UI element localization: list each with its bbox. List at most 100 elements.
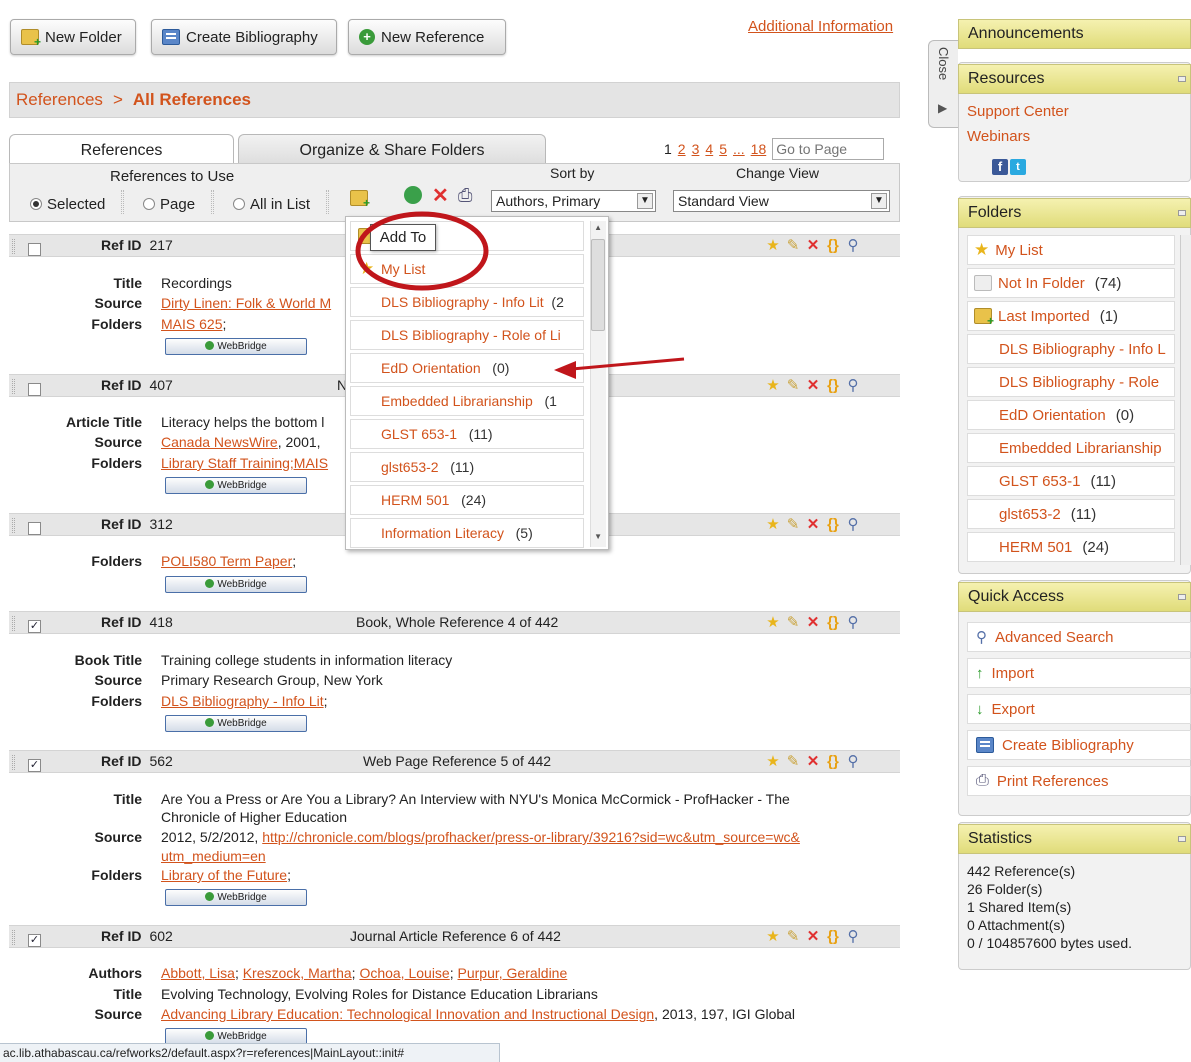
radio-page[interactable]: Page	[143, 194, 195, 214]
edit-icon[interactable]: ✎	[785, 378, 801, 394]
new-reference-button[interactable]: + New Reference	[348, 19, 506, 55]
edit-icon[interactable]: ✎	[785, 929, 801, 945]
reference-checkbox[interactable]	[28, 243, 41, 256]
go-to-page-input[interactable]	[772, 138, 885, 160]
folder-link[interactable]: DLS Bibliography - Info Lit	[161, 693, 324, 709]
reference-checkbox-checked[interactable]: ✓	[28, 759, 41, 772]
collapse-icon[interactable]	[1178, 210, 1186, 216]
tab-organize-share-folders[interactable]: Organize & Share Folders	[238, 134, 546, 166]
edit-icon[interactable]: ✎	[785, 517, 801, 533]
folder-link[interactable]: MAIS 625	[161, 316, 222, 332]
folder-item-last-imported[interactable]: Last Imported(1)	[967, 301, 1175, 331]
magnifier-icon[interactable]: ⚲	[845, 754, 861, 770]
delete-icon[interactable]: ✕	[805, 517, 821, 533]
import-link[interactable]: ↑ Import	[967, 658, 1191, 688]
drag-handle[interactable]	[12, 239, 15, 254]
webbridge-button[interactable]: WebBridge	[165, 576, 307, 593]
reference-checkbox-checked[interactable]: ✓	[28, 934, 41, 947]
source-link[interactable]: Advancing Library Education: Technologic…	[161, 1006, 654, 1022]
star-icon[interactable]: ★	[765, 615, 781, 631]
braces-icon[interactable]: {}	[825, 754, 841, 770]
webinars-link[interactable]: Webinars	[967, 128, 1030, 145]
create-bibliography-button[interactable]: Create Bibliography	[151, 19, 337, 55]
add-to-folder-icon[interactable]	[350, 190, 370, 210]
page-link[interactable]: 5	[719, 141, 727, 157]
webbridge-button[interactable]: WebBridge	[165, 338, 307, 355]
webbridge-button[interactable]: WebBridge	[165, 715, 307, 732]
folder-item-not-in-folder[interactable]: Not In Folder (74)	[967, 268, 1175, 298]
page-link[interactable]: 2	[678, 141, 686, 157]
folder-item[interactable]: EdD Orientation (0)	[967, 400, 1175, 430]
print-icon[interactable]: ⎙	[458, 185, 472, 206]
author-link[interactable]: Ochoa, Louise	[359, 965, 449, 981]
webbridge-button[interactable]: WebBridge	[165, 477, 307, 494]
folder-link[interactable]: Library of the Future	[161, 867, 287, 883]
braces-icon[interactable]: {}	[825, 615, 841, 631]
drag-handle[interactable]	[12, 379, 15, 394]
author-link[interactable]: Abbott, Lisa	[161, 965, 235, 981]
edit-icon[interactable]: ✎	[785, 754, 801, 770]
folder-link[interactable]: POLI580 Term Paper	[161, 553, 292, 569]
folders-header[interactable]: Folders	[958, 198, 1191, 228]
folder-item[interactable]: GLST 653-1 (11)	[967, 466, 1175, 496]
delete-icon[interactable]: ✕	[805, 615, 821, 631]
folder-item[interactable]: HERM 501 (24)	[967, 532, 1175, 562]
author-link[interactable]: Kreszock, Martha	[243, 965, 352, 981]
breadcrumb-root[interactable]: References	[16, 90, 103, 110]
star-icon[interactable]: ★	[765, 238, 781, 254]
scroll-down-icon[interactable]: ▼	[594, 532, 602, 541]
twitter-icon[interactable]: t	[1010, 159, 1026, 175]
close-sidebar-tab[interactable]: Close ▶	[928, 40, 958, 128]
radio-all-in-list[interactable]: All in List	[233, 194, 310, 214]
delete-icon[interactable]: ✕	[805, 378, 821, 394]
change-view-select[interactable]: Standard View ▼	[673, 190, 890, 212]
author-link[interactable]: Purpur, Geraldine	[458, 965, 568, 981]
braces-icon[interactable]: {}	[825, 378, 841, 394]
page-link-last[interactable]: 18	[751, 141, 767, 157]
facebook-icon[interactable]: f	[992, 159, 1008, 175]
new-folder-button[interactable]: New Folder	[10, 19, 136, 55]
collapse-icon[interactable]	[1178, 76, 1186, 82]
star-icon[interactable]: ★	[765, 378, 781, 394]
magnifier-icon[interactable]: ⚲	[845, 615, 861, 631]
folder-item[interactable]: DLS Bibliography - Role	[967, 367, 1175, 397]
source-url-link[interactable]: http://chronicle.com/blogs/profhacker/pr…	[262, 829, 800, 845]
radio-selected[interactable]: Selected	[30, 194, 105, 214]
tab-references[interactable]: References	[9, 134, 234, 166]
webbridge-button[interactable]: WebBridge	[165, 889, 307, 906]
drag-handle[interactable]	[12, 755, 15, 770]
reference-checkbox[interactable]	[28, 522, 41, 535]
reference-checkbox-checked[interactable]: ✓	[28, 620, 41, 633]
dropdown-item[interactable]: Embedded Librarianship (1	[350, 386, 584, 416]
star-icon[interactable]: ★	[765, 929, 781, 945]
drag-handle[interactable]	[12, 930, 15, 945]
delete-icon[interactable]: ✕	[432, 183, 449, 208]
dropdown-item[interactable]: GLST 653-1 (11)	[350, 419, 584, 449]
export-link[interactable]: ↓ Export	[967, 694, 1191, 724]
delete-icon[interactable]: ✕	[805, 238, 821, 254]
folder-link[interactable]: Library Staff Training;MAIS	[161, 455, 328, 471]
magnifier-icon[interactable]: ⚲	[845, 238, 861, 254]
delete-icon[interactable]: ✕	[805, 754, 821, 770]
statistics-header[interactable]: Statistics	[958, 824, 1191, 854]
edit-icon[interactable]: ✎	[785, 615, 801, 631]
additional-information-link[interactable]: Additional Information	[748, 18, 893, 35]
braces-icon[interactable]: {}	[825, 929, 841, 945]
dropdown-item[interactable]: HERM 501 (24)	[350, 485, 584, 515]
magnifier-icon[interactable]: ⚲	[845, 378, 861, 394]
magnifier-icon[interactable]: ⚲	[845, 517, 861, 533]
delete-icon[interactable]: ✕	[805, 929, 821, 945]
folders-scrollbar[interactable]	[1180, 235, 1191, 565]
star-icon[interactable]: ★	[765, 754, 781, 770]
drag-handle[interactable]	[12, 518, 15, 533]
resources-header[interactable]: Resources	[958, 64, 1191, 94]
folder-item[interactable]: DLS Bibliography - Info L	[967, 334, 1175, 364]
reference-checkbox[interactable]	[28, 383, 41, 396]
support-center-link[interactable]: Support Center	[967, 103, 1069, 120]
collapse-icon[interactable]	[1178, 836, 1186, 842]
drag-handle[interactable]	[12, 616, 15, 631]
source-link[interactable]: Dirty Linen: Folk & World M	[161, 295, 331, 311]
quick-access-header[interactable]: Quick Access	[958, 582, 1191, 612]
braces-icon[interactable]: {}	[825, 238, 841, 254]
share-icon[interactable]	[404, 186, 422, 204]
